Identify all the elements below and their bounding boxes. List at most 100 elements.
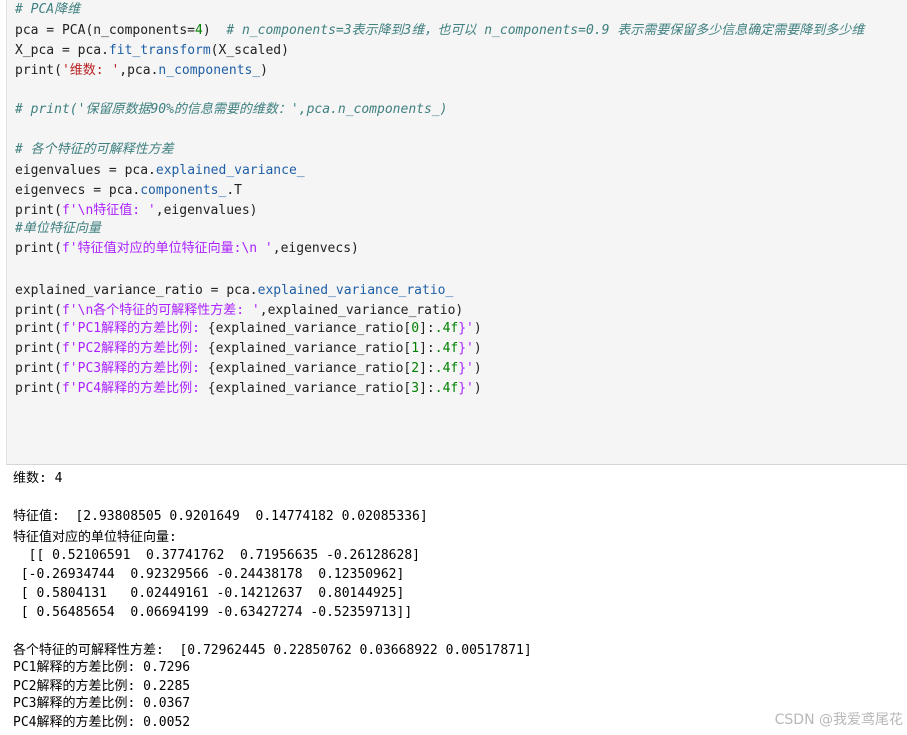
code-token: )	[202, 23, 227, 38]
code-token: f'PC1解释的方差比例:	[61, 321, 208, 336]
code-token: ]:	[419, 321, 435, 336]
code-token: ]:	[419, 381, 435, 396]
code-token: print(	[15, 241, 62, 256]
code-line: print('维数: ',pca.n_components_)	[15, 61, 268, 81]
code-token: print(	[15, 361, 62, 376]
csdn-watermark: CSDN @我爱鸢尾花	[774, 712, 903, 728]
code-token: # print('保留原数据90%的信息需要的维数：',pca.n_compon…	[15, 102, 448, 117]
output-line: PC4解释的方差比例: 0.0052	[13, 715, 191, 730]
code-token: {explained_variance_ratio[	[207, 381, 412, 396]
code-line: print(f'特征值对应的单位特征向量:\n ',eigenvecs)	[15, 239, 359, 259]
code-token: 0	[411, 321, 420, 336]
code-token: explained_variance_ratio_	[257, 283, 454, 298]
code-token: {explained_variance_ratio[	[207, 361, 412, 376]
code-token: (X_scaled)	[210, 43, 289, 58]
code-token: f'\n各个特征的可解释性方差: '	[61, 303, 260, 318]
code-token: print(	[15, 63, 62, 78]
code-token: eigenvecs = pca.	[15, 183, 141, 198]
code-token: eigenvalues = pca.	[15, 163, 156, 178]
code-line: # PCA降维	[15, 0, 80, 20]
code-token: '维数: '	[61, 63, 120, 78]
code-line: explained_variance_ratio = pca.explained…	[15, 281, 453, 301]
code-line: print(f'PC4解释的方差比例: {explained_variance_…	[15, 379, 482, 399]
code-line: eigenvecs = pca.components_.T	[15, 181, 242, 201]
code-line: print(f'PC2解释的方差比例: {explained_variance_…	[15, 339, 482, 359]
code-line: print(f'\n特征值: ',eigenvalues)	[15, 201, 258, 221]
code-line: print(f'\n各个特征的可解释性方差: ',explained_varia…	[15, 301, 463, 321]
code-token: print(	[15, 203, 62, 218]
code-token: print(	[15, 321, 62, 336]
code-token: # PCA降维	[15, 2, 81, 17]
code-token: }'	[458, 321, 474, 336]
code-token: .4f	[434, 321, 459, 336]
code-line: #单位特征向量	[15, 219, 101, 239]
code-line: pca = PCA(n_components=4) # n_components…	[15, 21, 864, 41]
code-token: )	[260, 63, 268, 78]
code-token: .4f	[434, 361, 459, 376]
code-line: X_pca = pca.fit_transform(X_scaled)	[15, 41, 289, 61]
code-line: eigenvalues = pca.explained_variance_	[15, 161, 305, 181]
output-line: PC1解释的方差比例: 0.7296	[13, 660, 191, 675]
output-line: 维数: 4	[13, 471, 63, 486]
output-line: 特征值: [2.93808505 0.9201649 0.14774182 0.…	[13, 509, 428, 524]
code-token: ,explained_variance_ratio)	[259, 303, 464, 318]
code-token: .4f	[434, 341, 459, 356]
code-token: )	[473, 381, 482, 396]
code-token: 2	[411, 361, 420, 376]
code-token: n_components_	[158, 63, 261, 78]
code-token: pca = PCA(n_components=	[15, 23, 196, 38]
code-token: f'PC4解释的方差比例:	[61, 381, 208, 396]
output-line: 特征值对应的单位特征向量:	[13, 530, 177, 545]
code-line: print(f'PC1解释的方差比例: {explained_variance_…	[15, 319, 482, 339]
code-token: f'特征值对应的单位特征向量:\n '	[61, 241, 273, 256]
code-token: components_	[140, 183, 227, 198]
code-token: ]:	[419, 361, 435, 376]
code-token: }'	[458, 341, 474, 356]
code-token: ,eigenvecs)	[272, 241, 359, 256]
code-token: }'	[458, 381, 474, 396]
code-token: {explained_variance_ratio[	[207, 341, 412, 356]
code-token: .4f	[434, 381, 459, 396]
code-token: f'\n特征值: '	[61, 203, 156, 218]
code-token: explained_variance_	[155, 163, 305, 178]
code-token: ,eigenvalues)	[155, 203, 258, 218]
code-token: ,pca.	[119, 63, 159, 78]
code-token: print(	[15, 381, 62, 396]
code-cell[interactable]: # PCA降维 pca = PCA(n_components=4) # n_com…	[6, 0, 907, 465]
code-token: # 各个特征的可解释性方差	[15, 142, 174, 157]
code-token: 4	[195, 23, 203, 38]
output-line: [-0.26934744 0.92329566 -0.24438178 0.12…	[13, 567, 405, 582]
code-token: f'PC2解释的方差比例:	[61, 341, 208, 356]
output-line: 各个特征的可解释性方差: [0.72962445 0.22850762 0.03…	[13, 643, 532, 658]
code-token: print(	[15, 303, 62, 318]
code-token: explained_variance_ratio = pca.	[15, 283, 258, 298]
code-token: {explained_variance_ratio[	[207, 321, 412, 336]
code-line: print(f'PC3解释的方差比例: {explained_variance_…	[15, 359, 482, 379]
code-token: # n_components=3表示降到3维，也可以 n_components=…	[226, 23, 865, 38]
code-token: )	[473, 341, 482, 356]
code-token: X_pca = pca.	[15, 43, 109, 58]
code-token: )	[473, 361, 482, 376]
code-token: .T	[226, 183, 242, 198]
code-token: }'	[458, 361, 474, 376]
output-line: [ 0.5804131 0.02449161 -0.14212637 0.801…	[13, 586, 405, 601]
code-line: # print('保留原数据90%的信息需要的维数：',pca.n_compon…	[15, 100, 447, 120]
code-token: print(	[15, 341, 62, 356]
code-token: #单位特征向量	[15, 221, 101, 236]
code-token: )	[473, 321, 482, 336]
code-token: fit_transform	[108, 43, 211, 58]
output-line: PC2解释的方差比例: 0.2285	[13, 679, 191, 694]
output-line: PC3解释的方差比例: 0.0367	[13, 696, 191, 711]
code-token: f'PC3解释的方差比例:	[61, 361, 208, 376]
output-line: [[ 0.52106591 0.37741762 0.71956635 -0.2…	[13, 548, 420, 563]
code-token: 1	[411, 341, 420, 356]
code-token: ]:	[419, 341, 435, 356]
code-line: # 各个特征的可解释性方差	[15, 140, 174, 160]
code-token: 3	[411, 381, 420, 396]
output-line: [ 0.56485654 0.06694199 -0.63427274 -0.5…	[13, 605, 413, 620]
